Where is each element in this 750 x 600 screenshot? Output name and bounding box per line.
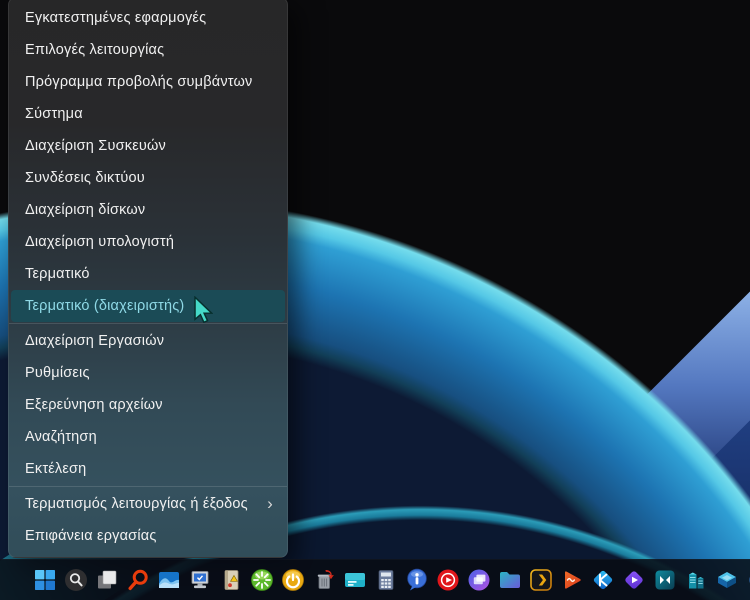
app-stack-purple-icon[interactable] (467, 568, 491, 592)
menu-item-search[interactable]: Αναζήτηση (9, 421, 287, 453)
menu-item-network-connections[interactable]: Συνδέσεις δικτύου (9, 162, 287, 194)
menu-item-desktop[interactable]: Επιφάνεια εργασίας (9, 520, 287, 552)
menu-item-terminal[interactable]: Τερματικό (9, 258, 287, 290)
taskbar (0, 559, 750, 600)
menu-item-power-options[interactable]: Επιλογές λειτουργίας (9, 34, 287, 66)
power-yellow-icon[interactable] (281, 568, 305, 592)
menu-item-shutdown-signout[interactable]: Τερματισμός λειτουργίας ή έξοδος › (9, 488, 287, 520)
menu-item-terminal-admin[interactable]: Τερματικό (διαχειριστής) (11, 290, 285, 322)
activator-green-icon[interactable] (250, 568, 274, 592)
winx-context-menu: Εγκατεστημένες εφαρμογές Επιλογές λειτου… (8, 0, 288, 558)
mouse-cursor-icon (193, 296, 213, 328)
uninstaller-trash-icon[interactable] (312, 568, 336, 592)
desktop-screen: Εγκατεστημένες εφαρμογές Επιλογές λειτου… (0, 0, 750, 600)
magnifier-orange-icon[interactable] (126, 568, 150, 592)
menu-separator (9, 323, 287, 324)
iso-box-icon[interactable] (715, 568, 739, 592)
menu-item-computer-management[interactable]: Διαχείριση υπολογιστή (9, 226, 287, 258)
photos-blue-icon[interactable] (157, 568, 181, 592)
teal-panel-icon[interactable] (343, 568, 367, 592)
help-book-icon[interactable] (219, 568, 243, 592)
stremio-icon[interactable] (622, 568, 646, 592)
menu-item-event-viewer[interactable]: Πρόγραμμα προβολής συμβάντων (9, 66, 287, 98)
computer-management-icon[interactable] (188, 568, 212, 592)
start-button-icon[interactable] (33, 568, 57, 592)
calculator-icon[interactable] (374, 568, 398, 592)
menu-item-disk-management[interactable]: Διαχείριση δίσκων (9, 194, 287, 226)
mkvtoolnix-icon[interactable] (653, 568, 677, 592)
menu-item-settings[interactable]: Ρυθμίσεις (9, 357, 287, 389)
task-view-icon[interactable] (95, 568, 119, 592)
menu-item-device-manager[interactable]: Διαχείριση Συσκευών (9, 130, 287, 162)
menu-item-system[interactable]: Σύστημα (9, 98, 287, 130)
search-icon[interactable] (64, 568, 88, 592)
folder-icon[interactable] (498, 568, 522, 592)
plex-icon[interactable] (529, 568, 553, 592)
menu-separator (9, 486, 287, 487)
plexamp-icon[interactable] (560, 568, 584, 592)
kodi-icon[interactable] (591, 568, 615, 592)
server-stack-icon[interactable] (684, 568, 708, 592)
menu-item-run[interactable]: Εκτέλεση (9, 453, 287, 485)
youtube-music-icon[interactable] (436, 568, 460, 592)
menu-item-installed-apps[interactable]: Εγκατεστημένες εφαρμογές (9, 2, 287, 34)
menu-item-file-explorer[interactable]: Εξερεύνηση αρχείων (9, 389, 287, 421)
menu-item-task-manager[interactable]: Διαχείριση Εργασιών (9, 325, 287, 357)
submenu-chevron-icon: › (267, 488, 273, 520)
info-bubble-icon[interactable] (405, 568, 429, 592)
